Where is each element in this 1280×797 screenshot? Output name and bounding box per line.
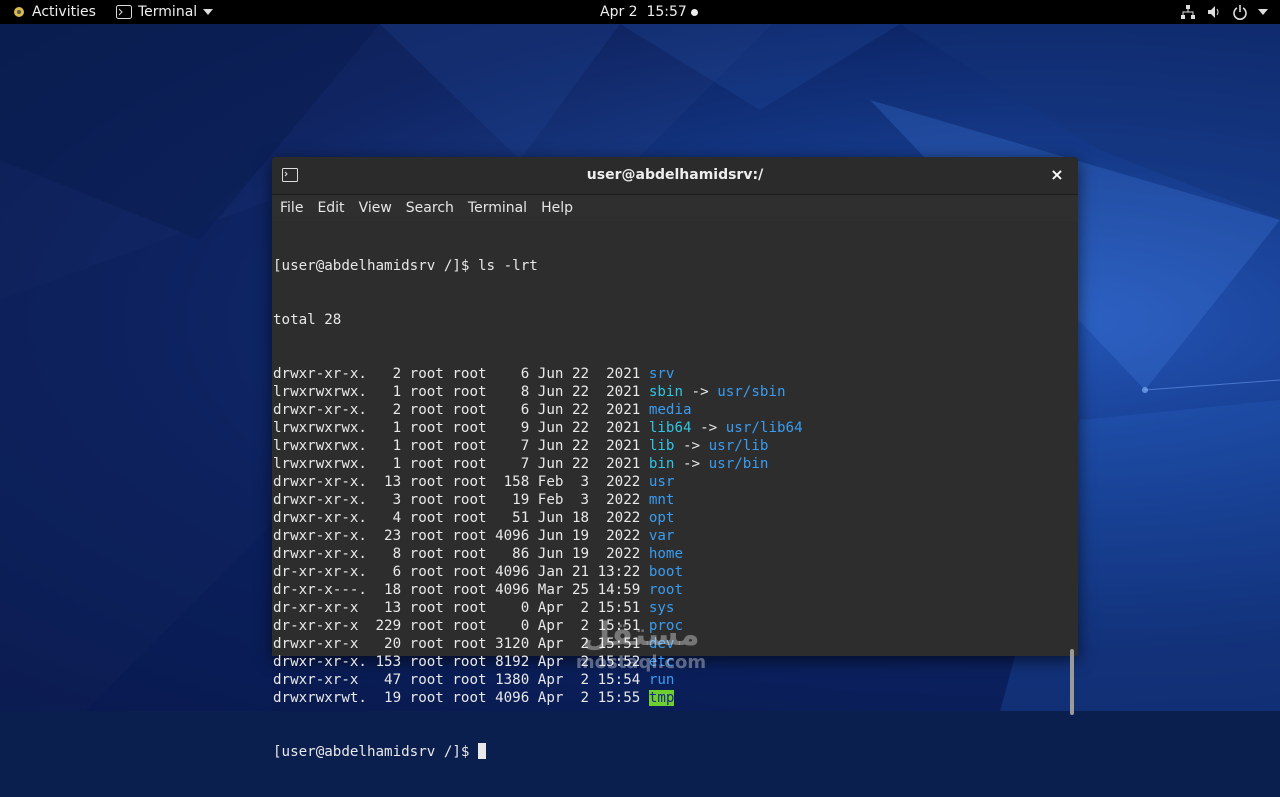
volume-icon [1208, 6, 1219, 18]
chevron-down-icon [203, 9, 214, 15]
entry-meta: lrwxrwxrwx. 1 root root 7 Jun 22 2021 [273, 456, 649, 472]
activities-label: Activities [32, 4, 96, 20]
window-title: user@abdelhamidsrv:/ [586, 167, 764, 183]
entry-name: home [648, 546, 684, 562]
clock-button[interactable]: Apr 2 15:57 [600, 0, 698, 24]
entry-meta: lrwxrwxrwx. 1 root root 8 Jun 22 2021 [273, 384, 649, 400]
listing-row: lrwxrwxrwx. 1 root root 7 Jun 22 2021 li… [273, 437, 1063, 455]
menu-item-view[interactable]: View [359, 200, 392, 216]
entry-meta: drwxr-xr-x. 8 root root 86 Jun 19 2022 [273, 546, 649, 562]
final-prompt-line: [user@abdelhamidsrv /]$ [273, 743, 1063, 761]
entry-meta: drwxr-xr-x. 2 root root 6 Jun 22 2021 [273, 366, 649, 382]
listing-row: dr-xr-x---. 18 root root 4096 Mar 25 14:… [273, 581, 1063, 599]
entry-meta: drwxr-xr-x. 4 root root 51 Jun 18 2022 [273, 510, 649, 526]
entry-meta: drwxr-xr-x. 13 root root 158 Feb 3 2022 [273, 474, 649, 490]
entry-name: root [648, 582, 684, 598]
entry-name: tmp [648, 690, 675, 706]
system-tray[interactable] [1180, 0, 1268, 24]
activities-button[interactable]: Activities [12, 0, 96, 24]
listing-row: drwxr-xr-x. 23 root root 4096 Jun 19 202… [273, 527, 1063, 545]
app-menu-label: Terminal [138, 4, 198, 20]
symlink-arrow: -> [674, 438, 709, 454]
command-line: [user@abdelhamidsrv /]$ ls -lrt [273, 257, 1063, 275]
clock-label: Apr 2 15:57 [600, 4, 687, 20]
listing-row: drwxr-xr-x. 8 root root 86 Jun 19 2022 h… [273, 545, 1063, 563]
symlink-target: usr/bin [708, 456, 769, 472]
prompt: [user@abdelhamidsrv /]$ [273, 744, 478, 760]
listing-row: drwxrwxrwt. 19 root root 4096 Apr 2 15:5… [273, 689, 1063, 707]
window-titlebar[interactable]: user@abdelhamidsrv:/ × [272, 157, 1078, 195]
power-icon [1233, 5, 1247, 20]
entry-name: lib [648, 438, 675, 454]
listing-row: lrwxrwxrwx. 1 root root 8 Jun 22 2021 sb… [273, 383, 1063, 401]
terminal-window[interactable]: user@abdelhamidsrv:/ × File Edit View Se… [272, 157, 1078, 760]
listing-row: drwxr-xr-x. 13 root root 158 Feb 3 2022 … [273, 473, 1063, 491]
symlink-target: usr/lib [708, 438, 769, 454]
entry-name: var [648, 528, 675, 544]
menu-item-edit[interactable]: Edit [317, 200, 344, 216]
entry-meta: lrwxrwxrwx. 1 root root 9 Jun 22 2021 [273, 420, 649, 436]
text-cursor [478, 743, 486, 759]
symlink-target: usr/sbin [717, 384, 786, 400]
watermark-logo: مستقل [582, 615, 700, 653]
entry-name: sys [648, 600, 675, 616]
entry-meta: lrwxrwxrwx. 1 root root 7 Jun 22 2021 [273, 438, 649, 454]
terminal-app-icon [116, 5, 132, 19]
terminal-output[interactable]: [user@abdelhamidsrv /]$ ls -lrt total 28… [272, 221, 1078, 760]
listing-row: lrwxrwxrwx. 1 root root 7 Jun 22 2021 bi… [273, 455, 1063, 473]
watermark: مستقل mostaql.com [560, 616, 722, 674]
listing-row: dr-xr-xr-x. 6 root root 4096 Jan 21 13:2… [273, 563, 1063, 581]
menu-bar: File Edit View Search Terminal Help [272, 195, 1078, 221]
entry-meta: drwxr-xr-x. 23 root root 4096 Jun 19 202… [273, 528, 649, 544]
entry-name: lib64 [648, 420, 692, 436]
entry-name: run [648, 672, 675, 688]
entry-meta: dr-xr-x---. 18 root root 4096 Mar 25 14:… [273, 582, 649, 598]
menu-item-help[interactable]: Help [541, 200, 573, 216]
entry-name: srv [648, 366, 675, 382]
entry-meta: drwxr-xr-x 47 root root 1380 Apr 2 15:54 [273, 672, 649, 688]
symlink-arrow: -> [691, 420, 726, 436]
entry-meta: dr-xr-xr-x. 6 root root 4096 Jan 21 13:2… [273, 564, 649, 580]
listing-row: drwxr-xr-x. 2 root root 6 Jun 22 2021 sr… [273, 365, 1063, 383]
listing-row: drwxr-xr-x. 4 root root 51 Jun 18 2022 o… [273, 509, 1063, 527]
network-icon [1181, 5, 1195, 19]
symlink-arrow: -> [683, 384, 718, 400]
prompt: [user@abdelhamidsrv /]$ [273, 258, 478, 274]
symlink-arrow: -> [674, 456, 709, 472]
entry-name: usr [648, 474, 675, 490]
entry-name: opt [648, 510, 675, 526]
activities-icon [14, 7, 24, 17]
entry-meta: drwxr-xr-x. 2 root root 6 Jun 22 2021 [273, 402, 649, 418]
symlink-target: usr/lib64 [725, 420, 803, 436]
app-menu-button[interactable]: Terminal [116, 0, 214, 24]
entry-meta: drwxrwxrwt. 19 root root 4096 Apr 2 15:5… [273, 690, 649, 706]
menu-item-search[interactable]: Search [406, 200, 454, 216]
top-bar: Activities Terminal Apr 2 15:57 [0, 0, 1280, 24]
command-text: ls -lrt [478, 258, 538, 274]
listing-row: drwxr-xr-x. 2 root root 6 Jun 22 2021 me… [273, 401, 1063, 419]
menu-item-file[interactable]: File [280, 200, 303, 216]
menu-item-terminal[interactable]: Terminal [468, 200, 527, 216]
entry-name: mnt [648, 492, 675, 508]
listing-row: drwxr-xr-x. 3 root root 19 Feb 3 2022 mn… [273, 491, 1063, 509]
notification-dot-icon [690, 8, 698, 16]
entry-name: boot [648, 564, 684, 580]
listing-row: lrwxrwxrwx. 1 root root 9 Jun 22 2021 li… [273, 419, 1063, 437]
total-line: total 28 [273, 312, 342, 328]
scrollbar[interactable] [1070, 649, 1074, 715]
entry-name: sbin [648, 384, 684, 400]
entry-meta: dr-xr-xr-x 13 root root 0 Apr 2 15:51 [273, 600, 649, 616]
watermark-text: mostaql.com [575, 652, 707, 673]
close-button[interactable]: × [1048, 166, 1066, 184]
entry-name: bin [648, 456, 675, 472]
entry-name: media [648, 402, 692, 418]
entry-meta: drwxr-xr-x. 3 root root 19 Feb 3 2022 [273, 492, 649, 508]
chevron-down-icon [1258, 9, 1268, 15]
